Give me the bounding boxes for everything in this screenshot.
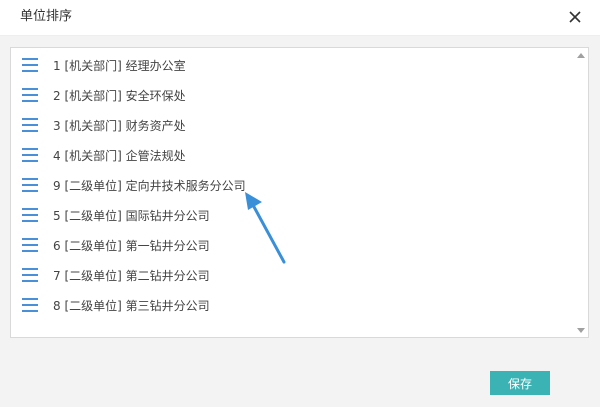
list-item[interactable]: 8 [二级单位] 第三钻井分公司 xyxy=(11,291,571,321)
list-item-label: 6 [二级单位] 第一钻井分公司 xyxy=(53,239,210,253)
drag-handle-icon[interactable] xyxy=(22,118,38,132)
list-item-label: 4 [机关部门] 企管法规处 xyxy=(53,149,186,163)
drag-handle-icon[interactable] xyxy=(22,238,38,252)
list-item-label: 3 [机关部门] 财务资产处 xyxy=(53,119,186,133)
list-item-label: 7 [二级单位] 第二钻井分公司 xyxy=(53,269,210,283)
list-item[interactable]: 2 [机关部门] 安全环保处 xyxy=(11,81,571,111)
sort-dialog: 单位排序 1 [机关部门] 经理办公室 2 [机关部门] 安全环保处 3 [机关… xyxy=(0,0,600,407)
save-button[interactable]: 保存 xyxy=(490,371,550,395)
drag-handle-icon[interactable] xyxy=(22,208,38,222)
drag-handle-icon[interactable] xyxy=(22,58,38,72)
list-item[interactable]: 4 [机关部门] 企管法规处 xyxy=(11,141,571,171)
drag-handle-icon[interactable] xyxy=(22,178,38,192)
drag-handle-icon[interactable] xyxy=(22,88,38,102)
close-icon[interactable] xyxy=(566,8,584,26)
list-item-label: 2 [机关部门] 安全环保处 xyxy=(53,89,186,103)
dialog-titlebar: 单位排序 xyxy=(0,0,600,36)
vertical-scrollbar[interactable] xyxy=(574,48,588,337)
list-item[interactable]: 5 [二级单位] 国际钻井分公司 xyxy=(11,201,571,231)
dialog-title: 单位排序 xyxy=(20,9,73,24)
drag-handle-icon[interactable] xyxy=(22,148,38,162)
drag-handle-icon[interactable] xyxy=(22,268,38,282)
list-item-label: 8 [二级单位] 第三钻井分公司 xyxy=(53,299,210,313)
list-item[interactable]: 7 [二级单位] 第二钻井分公司 xyxy=(11,261,571,291)
dialog-body: 1 [机关部门] 经理办公室 2 [机关部门] 安全环保处 3 [机关部门] 财… xyxy=(0,36,600,407)
list-item[interactable]: 9 [二级单位] 定向井技术服务分公司 xyxy=(11,171,571,201)
list-item-label: 9 [二级单位] 定向井技术服务分公司 xyxy=(53,179,246,193)
list-item-label: 1 [机关部门] 经理办公室 xyxy=(53,59,186,73)
list-item-label: 5 [二级单位] 国际钻井分公司 xyxy=(53,209,210,223)
scroll-down-icon[interactable] xyxy=(577,328,585,333)
list-item[interactable]: 3 [机关部门] 财务资产处 xyxy=(11,111,571,141)
scroll-up-icon[interactable] xyxy=(577,53,585,58)
list-item[interactable]: 1 [机关部门] 经理办公室 xyxy=(11,51,571,81)
list-item[interactable]: 6 [二级单位] 第一钻井分公司 xyxy=(11,231,571,261)
sortable-list-panel: 1 [机关部门] 经理办公室 2 [机关部门] 安全环保处 3 [机关部门] 财… xyxy=(10,47,589,338)
drag-handle-icon[interactable] xyxy=(22,298,38,312)
